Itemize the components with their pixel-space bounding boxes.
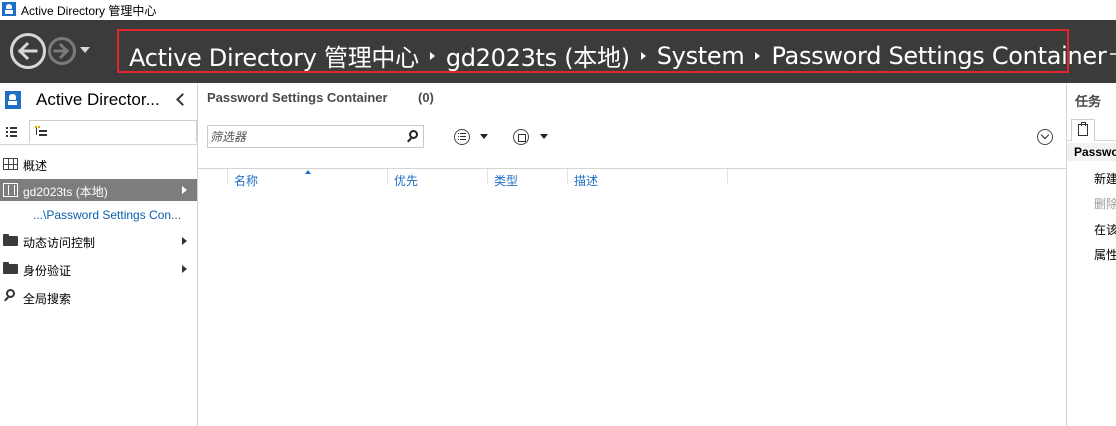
column-separator[interactable] (567, 169, 568, 184)
tasks-title: 任务 (1075, 94, 1102, 109)
breadcrumb-item-root[interactable]: Active Directory 管理中心 (129, 38, 419, 73)
manage-menu-icon[interactable] (1110, 53, 1116, 55)
list-view-icon[interactable] (6, 126, 18, 138)
folder-icon (3, 262, 18, 274)
nav-item-label: 概述 (23, 159, 48, 173)
dropdown-arrow-icon[interactable] (480, 134, 488, 139)
navigation-pane: Active Director... 概述 gd2023ts (本地) ...\… (0, 83, 197, 426)
history-dropdown-icon[interactable] (80, 47, 90, 53)
save-query-button[interactable] (513, 129, 529, 145)
nav-item-authentication[interactable]: 身份验证 (0, 258, 197, 280)
breadcrumb-separator-icon[interactable] (429, 51, 435, 60)
nav-item-global-search[interactable]: 全局搜索 (0, 286, 197, 308)
tasks-tab[interactable] (1071, 119, 1095, 141)
tasks-pane: 任务 Password Settings Container 新建 删除 在该容… (1067, 83, 1116, 426)
content-title: Password Settings Container (207, 90, 388, 105)
search-icon (6, 289, 15, 298)
breadcrumb-separator-icon[interactable] (640, 51, 646, 60)
domain-icon (3, 183, 18, 197)
tasks-section-header[interactable]: Password Settings Container (1067, 143, 1116, 161)
column-header-name[interactable]: 名称 (234, 172, 258, 189)
list-options-icon (458, 133, 467, 142)
tree-view-tab[interactable] (29, 120, 197, 143)
column-separator[interactable] (387, 169, 388, 184)
collapse-pane-icon[interactable] (176, 93, 189, 106)
clipboard-icon (1078, 122, 1088, 136)
ad-admin-center-icon (2, 2, 16, 16)
column-separator[interactable] (227, 169, 228, 184)
breadcrumb-separator-icon[interactable] (755, 51, 761, 60)
column-separator[interactable] (727, 169, 728, 184)
filter-input[interactable] (210, 128, 400, 145)
nav-item-label: ...\Password Settings Con... (33, 208, 182, 222)
dropdown-arrow-icon[interactable] (540, 134, 548, 139)
search-icon[interactable] (409, 130, 418, 139)
column-separator[interactable] (487, 169, 488, 184)
expand-arrow-icon[interactable] (182, 237, 187, 245)
expand-arrow-icon[interactable] (182, 265, 187, 273)
back-button[interactable] (10, 33, 46, 69)
nav-item-label: 全局搜索 (23, 292, 72, 306)
nav-item-password-settings-container[interactable]: ...\Password Settings Con... (0, 204, 197, 226)
nav-item-overview[interactable]: 概述 (0, 153, 197, 175)
column-header-divider (198, 168, 1066, 169)
task-delete[interactable]: 删除 (1094, 195, 1116, 212)
nav-item-dynamic-access-control[interactable]: 动态访问控制 (0, 230, 197, 252)
overview-grid-icon (3, 158, 18, 170)
tasks-tab-bar (1067, 119, 1116, 141)
back-arrow-icon (17, 41, 38, 61)
save-icon (518, 134, 526, 142)
window-title: Active Directory 管理中心 (21, 4, 157, 18)
ad-admin-center-icon (5, 91, 21, 109)
forward-arrow-icon (53, 42, 70, 60)
filter-box[interactable] (207, 125, 424, 148)
column-header-type[interactable]: 类型 (494, 172, 518, 189)
column-header-description[interactable]: 描述 (574, 172, 598, 189)
tasks-section-label: Password Settings Container (1074, 145, 1116, 159)
task-properties[interactable]: 属性 (1094, 246, 1116, 263)
breadcrumb-item-system[interactable]: System (657, 42, 745, 70)
nav-item-domain[interactable]: gd2023ts (本地) (0, 179, 197, 201)
nav-item-label: 动态访问控制 (23, 236, 96, 250)
navigation-bar: Active Directory 管理中心 gd2023ts (本地) Syst… (0, 20, 1116, 83)
column-header-precedence[interactable]: 优先 (394, 172, 418, 189)
list-options-button[interactable] (454, 129, 470, 145)
forward-button[interactable] (48, 37, 76, 65)
task-search-in-container[interactable]: 在该容器中搜索 (1094, 221, 1116, 238)
nav-item-label: 身份验证 (23, 264, 72, 278)
nav-item-label: gd2023ts (本地) (23, 185, 108, 199)
folder-icon (3, 234, 18, 246)
object-count: (0) (418, 90, 434, 105)
sort-ascending-icon (305, 170, 311, 174)
expand-chevron-icon[interactable] (1037, 129, 1053, 145)
breadcrumb[interactable]: Active Directory 管理中心 gd2023ts (本地) Syst… (117, 29, 1107, 73)
breadcrumb-item-psc[interactable]: Password Settings Container (771, 42, 1106, 70)
navigation-pane-title: Active Director... (36, 90, 160, 109)
title-bar: Active Directory 管理中心 (0, 0, 1116, 20)
content-pane: Password Settings Container (0) 名称 优先 类型… (198, 83, 1066, 426)
breadcrumb-item-domain[interactable]: gd2023ts (本地) (446, 38, 630, 73)
view-switcher (0, 120, 197, 145)
task-new[interactable]: 新建 (1094, 170, 1116, 187)
tree-view-icon (35, 126, 49, 138)
expand-arrow-icon[interactable] (182, 186, 187, 194)
